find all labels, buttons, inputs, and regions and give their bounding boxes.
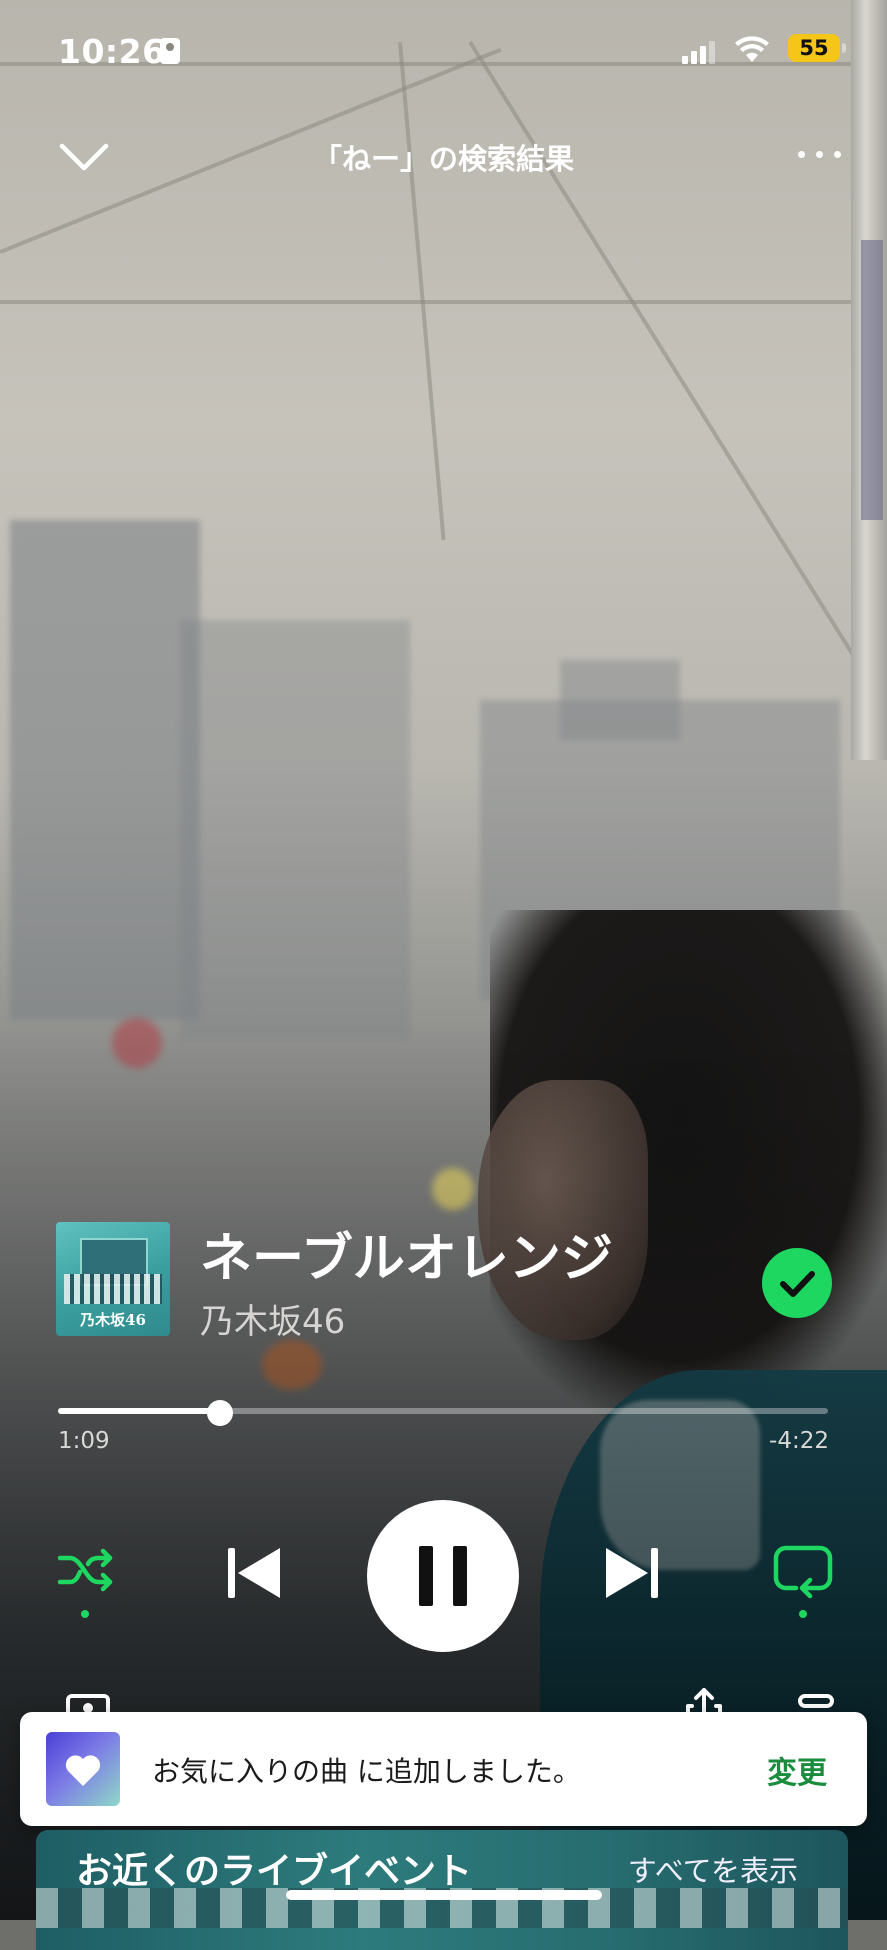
background-building [560, 660, 680, 740]
progress-bar[interactable] [58, 1400, 828, 1426]
cellular-signal-icon [682, 40, 716, 64]
added-to-favorites-toast: お気に入りの曲 に追加しました。 変更 [20, 1712, 867, 1826]
artist-name[interactable]: 乃木坂46 [200, 1294, 345, 1343]
remaining-time: -4:22 [769, 1428, 829, 1454]
track-info: 乃木坂46 ネーブルオレンジ 乃木坂46 [56, 1222, 836, 1342]
pause-icon[interactable] [367, 1500, 519, 1652]
focus-mode-icon [160, 38, 180, 64]
liked-songs-thumbnail [46, 1732, 120, 1806]
shuffle-active-dot [81, 1610, 89, 1618]
album-art[interactable]: 乃木坂46 [56, 1222, 170, 1336]
status-time: 10:26 [58, 32, 166, 71]
battery-indicator: 55 [788, 34, 846, 62]
repeat-active-dot [799, 1610, 807, 1618]
overhead-wire [0, 300, 887, 304]
more-horizontal-icon[interactable] [796, 140, 846, 170]
album-art-text: 乃木坂46 [80, 1311, 146, 1329]
skip-previous-icon[interactable] [226, 1544, 282, 1602]
see-all-link[interactable]: すべてを表示 [628, 1848, 798, 1890]
elapsed-time: 1:09 [58, 1428, 110, 1454]
wifi-icon [735, 36, 769, 62]
heart-icon [65, 1755, 101, 1786]
check-circle-icon[interactable] [762, 1248, 832, 1318]
progress-handle[interactable] [206, 1400, 233, 1426]
repeat-icon[interactable] [772, 1544, 834, 1606]
live-events-title: お近くのライブイベント [76, 1851, 473, 1892]
skip-next-icon[interactable] [604, 1544, 660, 1602]
page-title: 「ねー」の検索結果 [312, 142, 574, 176]
utility-pole [851, 0, 887, 760]
shuffle-icon[interactable] [56, 1546, 116, 1600]
status-bar: 10:26 55 [0, 28, 887, 72]
playback-controls [0, 1498, 887, 1654]
progress-fill [58, 1408, 220, 1414]
change-button[interactable]: 変更 [767, 1748, 827, 1792]
background-building [10, 520, 200, 1020]
song-title[interactable]: ネーブルオレンジ [200, 1216, 613, 1291]
player-header: 「ねー」の検索結果 [0, 128, 887, 188]
toast-message: お気に入りの曲 に追加しました。 [152, 1755, 581, 1788]
home-indicator[interactable] [286, 1890, 602, 1900]
background-building [180, 620, 410, 1040]
